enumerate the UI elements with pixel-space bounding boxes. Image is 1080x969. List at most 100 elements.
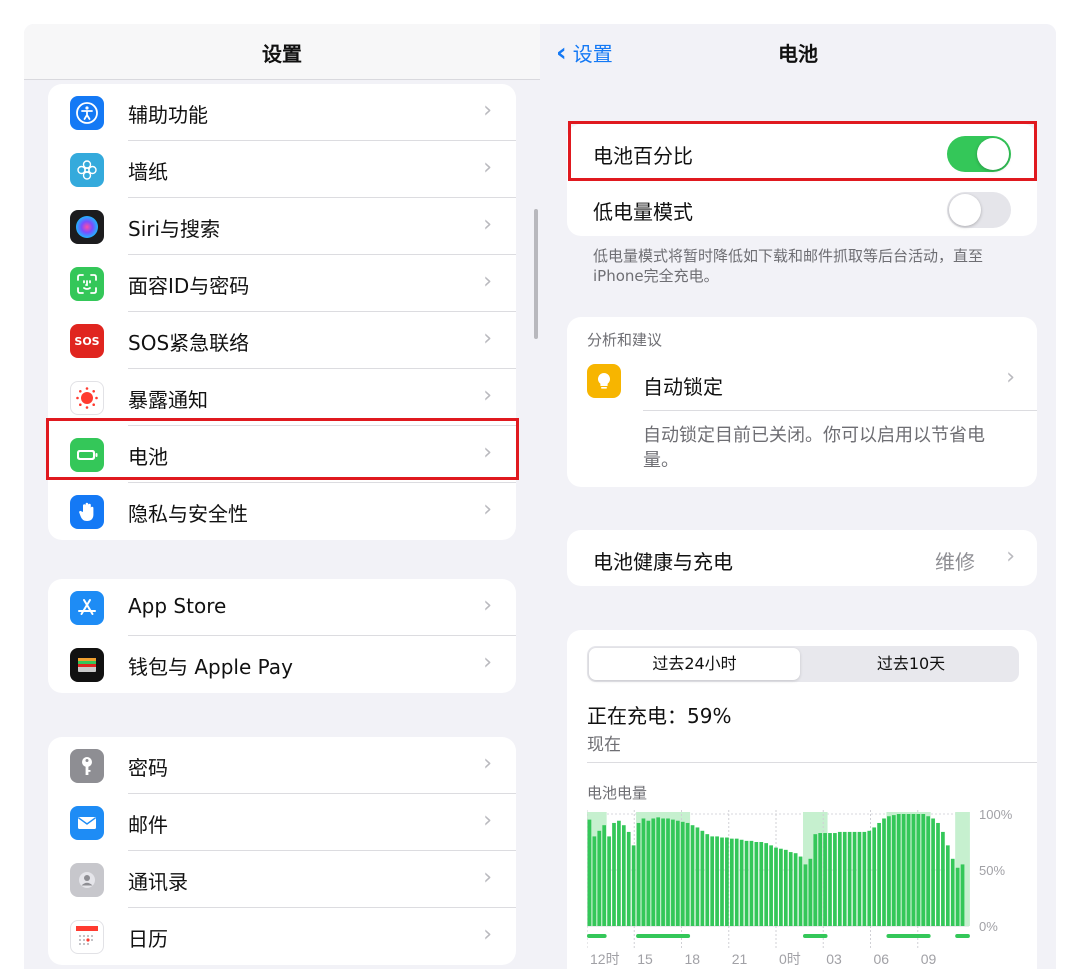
battery-level-bar (710, 836, 715, 926)
wallet-icon (70, 648, 104, 682)
chevron-right-icon: › (483, 155, 492, 180)
battery-level-bar (783, 849, 788, 926)
battery-level-bar (617, 820, 621, 926)
battery-level-bar (941, 831, 945, 926)
sidebar-header: 设置 (24, 24, 540, 80)
battery-level-bar (891, 815, 896, 926)
battery-level-bar (887, 816, 891, 926)
mail-icon (70, 806, 104, 840)
highlight-box-battery (46, 418, 519, 480)
charging-indicator (803, 934, 828, 938)
x-tick-label: 15 (637, 951, 653, 967)
battery-level-bar (656, 817, 661, 926)
sidebar-item-label: 钱包与 Apple Pay (128, 655, 293, 679)
charging-indicators (587, 934, 970, 938)
sidebar-item-calendar[interactable]: 日历 › (48, 908, 516, 965)
x-tick-label: 0时 (779, 951, 801, 967)
chevron-right-icon: › (483, 808, 492, 833)
siri-icon (70, 210, 104, 244)
battery-level-bar (867, 830, 872, 926)
battery-level-bar (857, 831, 862, 926)
battery-level-bar (695, 827, 700, 926)
battery-level-bar (813, 834, 818, 926)
battery-level-bar (754, 842, 759, 926)
y-tick-label: 50% (979, 863, 1005, 878)
sidebar-item-contacts[interactable]: 通讯录 › (48, 851, 516, 908)
battery-level-bar (626, 831, 631, 926)
low-power-mode-note: 低电量模式将暂时降低如下载和邮件抓取等后台活动，直至iPhone完全充电。 (593, 247, 984, 285)
battery-level-bar (607, 836, 611, 926)
charging-indicator (886, 934, 931, 938)
chevron-right-icon: › (483, 269, 492, 294)
sidebar-item-label: 密码 (128, 756, 168, 780)
page-title: 电池 (778, 42, 818, 66)
battery-level-bar (955, 867, 960, 926)
accessibility-icon (70, 96, 104, 130)
x-tick-label: 21 (732, 951, 748, 967)
tab-last-24-hours[interactable]: 过去24小时 (589, 648, 800, 680)
chevron-right-icon: › (483, 751, 492, 776)
charging-status: 正在充电：59% (587, 704, 732, 728)
charging-status-time: 现在 (587, 735, 621, 755)
battery-level-bar (666, 818, 670, 926)
sidebar-item-emergency-sos[interactable]: SOS SOS紧急联络 › (48, 312, 516, 369)
battery-level-bar (945, 845, 950, 926)
battery-level-bar (636, 822, 641, 926)
settings-sidebar: 设置 辅助功能 › 墙纸 › Siri与搜索 › 面容ID与密码 › SOS S… (24, 24, 540, 969)
battery-level-bar (739, 839, 744, 926)
privacy-hand-icon (70, 495, 104, 529)
battery-level-bar (729, 838, 734, 926)
low-power-mode-toggle[interactable] (947, 192, 1011, 228)
charging-indicator (636, 934, 691, 938)
sidebar-scrollbar[interactable] (534, 209, 538, 339)
battery-level-bar (774, 847, 778, 926)
app-store-icon (70, 591, 104, 625)
sidebar-item-label: 墙纸 (128, 160, 168, 184)
sidebar-item-mail[interactable]: 邮件 › (48, 794, 516, 851)
lightbulb-icon (587, 364, 621, 398)
battery-level-bar (803, 864, 808, 926)
y-axis-labels: 100% 50% 0% (979, 807, 1013, 934)
battery-health-row[interactable]: 电池健康与充电 维修 › (567, 530, 1037, 586)
low-power-mode-label: 低电量模式 (593, 200, 693, 224)
battery-level-bar (960, 864, 965, 926)
battery-level-bar (690, 825, 695, 926)
battery-usage-card: 过去24小时 过去10天 正在充电：59% 现在 电池电量 100% 50% 0% … (567, 630, 1037, 969)
tab-last-10-days[interactable]: 过去10天 (803, 646, 1019, 682)
sidebar-item-passwords[interactable]: 密码 › (48, 737, 516, 794)
chevron-right-icon: › (483, 326, 492, 351)
battery-level-bar (911, 814, 916, 926)
x-tick-label: 03 (826, 951, 842, 967)
battery-level-bar (837, 831, 842, 926)
sidebar-item-siri[interactable]: Siri与搜索 › (48, 198, 516, 255)
battery-level-bar (651, 818, 656, 926)
battery-level-bar (587, 819, 592, 926)
x-axis-labels: 12时 15 18 21 0时 03 06 09 (590, 951, 937, 967)
sidebar-item-wallpaper[interactable]: 墙纸 › (48, 141, 516, 198)
auto-lock-suggestion[interactable]: 自动锁定 (643, 371, 723, 400)
sidebar-item-app-store[interactable]: App Store › (48, 579, 516, 636)
battery-level-bar (916, 814, 921, 926)
battery-level-bar (612, 822, 616, 926)
battery-level-bar (921, 814, 926, 926)
sidebar-item-wallet[interactable]: 钱包与 Apple Pay › (48, 636, 516, 693)
battery-level-bar (734, 838, 739, 926)
settings-group-store: App Store › 钱包与 Apple Pay › (48, 579, 516, 693)
battery-level-bar (872, 827, 877, 926)
battery-level-bar (725, 837, 729, 926)
highlight-box-battery-percentage (568, 121, 1037, 181)
face-id-icon (70, 267, 104, 301)
battery-level-bar (926, 816, 931, 926)
battery-level-bar (818, 833, 823, 926)
sidebar-item-privacy[interactable]: 隐私与安全性 › (48, 483, 516, 540)
low-power-mode-row: 低电量模式 (567, 180, 1037, 236)
battery-level-bar (779, 848, 783, 926)
battery-level-bar (715, 836, 719, 926)
chevron-right-icon: › (483, 383, 492, 408)
chevron-right-icon: › (483, 212, 492, 237)
battery-level-bar (685, 822, 690, 926)
sidebar-item-face-id[interactable]: 面容ID与密码 › (48, 255, 516, 312)
battery-level-bar (828, 833, 832, 926)
sidebar-item-accessibility[interactable]: 辅助功能 › (48, 84, 516, 141)
chevron-right-icon[interactable]: › (1006, 365, 1015, 390)
